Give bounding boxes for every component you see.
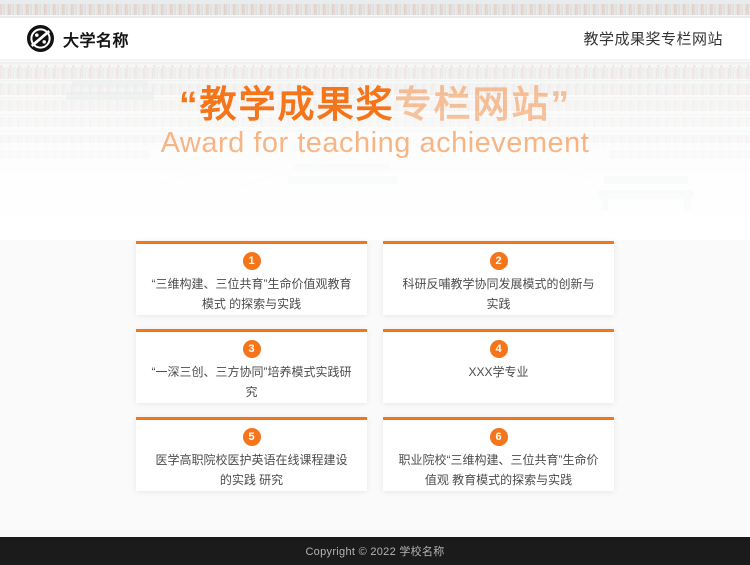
card-number-badge: 3	[243, 340, 261, 358]
achievement-card-4[interactable]: 4 XXX学专业	[383, 329, 614, 403]
university-name: 大学名称	[63, 27, 129, 51]
card-number-badge: 2	[490, 252, 508, 270]
achievement-card-grid: 1 “三维构建、三位共育”生命价值观教育模式 的探索与实践 2 科研反哺教学协同…	[136, 241, 614, 491]
achievement-card-3[interactable]: 3 “一深三创、三方协同”培养模式实践研 究	[136, 329, 367, 403]
card-title: 职业院校“三维构建、三位共育”生命价值观 教育模式的探索与实践	[383, 450, 614, 490]
header: 大学名称 教学成果奖专栏网站	[0, 18, 750, 60]
achievement-card-6[interactable]: 6 职业院校“三维构建、三位共育”生命价值观 教育模式的探索与实践	[383, 417, 614, 491]
card-title: 医学高职院校医护英语在线课程建设的实践 研究	[136, 450, 367, 490]
card-number-badge: 5	[243, 428, 261, 446]
achievement-card-1[interactable]: 1 “三维构建、三位共育”生命价值观教育模式 的探索与实践	[136, 241, 367, 315]
card-title: XXX学专业	[383, 362, 614, 382]
card-title: “三维构建、三位共育”生命价值观教育模式 的探索与实践	[136, 274, 367, 314]
card-number-badge: 1	[243, 252, 261, 270]
hero-title-light: 专栏网站”	[395, 84, 572, 125]
university-logo[interactable]: 大学名称	[27, 25, 129, 52]
hero-title-strong: “教学成果奖	[179, 84, 395, 125]
card-title: “一深三创、三方协同”培养模式实践研 究	[136, 362, 367, 402]
copyright-text: Copyright © 2022 学校名称	[305, 543, 444, 559]
achievement-card-2[interactable]: 2 科研反哺教学协同发展模式的创新与实践	[383, 241, 614, 315]
footer: Copyright © 2022 学校名称	[0, 537, 750, 565]
card-title: 科研反哺教学协同发展模式的创新与实践	[383, 274, 614, 314]
hero-title: “教学成果奖专栏网站”	[0, 84, 750, 126]
hero-section: “教学成果奖专栏网站” Award for teaching achieveme…	[0, 84, 750, 160]
achievement-card-5[interactable]: 5 医学高职院校医护英语在线课程建设的实践 研究	[136, 417, 367, 491]
hero-subtitle: Award for teaching achievement	[0, 127, 750, 160]
site-title: 教学成果奖专栏网站	[583, 28, 723, 49]
card-number-badge: 4	[490, 340, 508, 358]
university-emblem-icon	[27, 25, 54, 52]
card-number-badge: 6	[490, 428, 508, 446]
